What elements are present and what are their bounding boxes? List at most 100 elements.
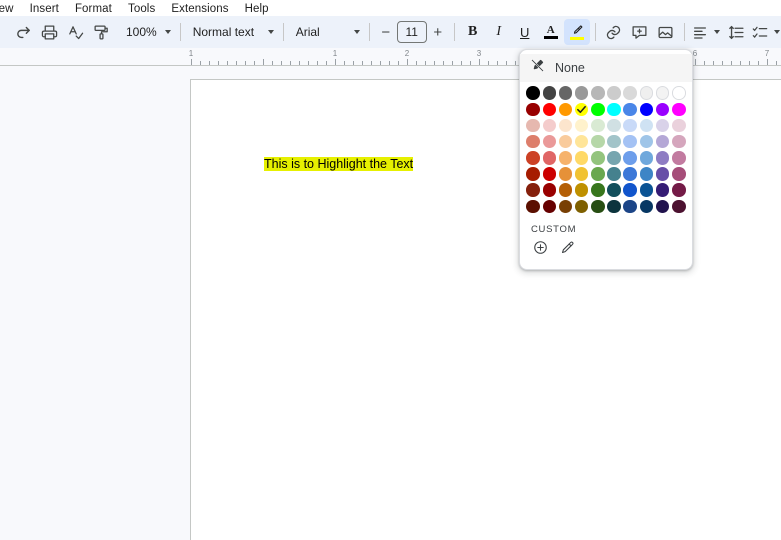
- color-swatch-cfe2f3[interactable]: [638, 117, 654, 133]
- line-spacing-button[interactable]: [724, 19, 750, 45]
- color-swatch-d9d9d9[interactable]: [622, 85, 638, 101]
- bold-button[interactable]: B: [460, 19, 486, 45]
- color-swatch-ffff00[interactable]: [574, 101, 590, 117]
- color-swatch-fce5cd[interactable]: [557, 117, 573, 133]
- color-swatch-3d85c6[interactable]: [638, 166, 654, 182]
- color-swatch-3c78d8[interactable]: [622, 166, 638, 182]
- color-swatch-dd7e6b[interactable]: [525, 134, 541, 150]
- color-swatch-ff9900[interactable]: [557, 101, 573, 117]
- color-swatch-00ff00[interactable]: [590, 101, 606, 117]
- color-swatch-1c4587[interactable]: [622, 198, 638, 214]
- color-swatch-a2c4c9[interactable]: [606, 134, 622, 150]
- color-swatch-ffffff[interactable]: [671, 85, 687, 101]
- add-custom-color-button[interactable]: [529, 239, 551, 261]
- color-swatch-f3f3f3[interactable]: [655, 85, 671, 101]
- redo-button[interactable]: [10, 19, 36, 45]
- insert-link-button[interactable]: [601, 19, 627, 45]
- color-swatch-76a5af[interactable]: [606, 150, 622, 166]
- color-swatch-ffd966[interactable]: [574, 150, 590, 166]
- color-swatch-fff2cc[interactable]: [574, 117, 590, 133]
- underline-button[interactable]: U: [512, 19, 538, 45]
- color-swatch-660000[interactable]: [541, 198, 557, 214]
- align-dropdown-button[interactable]: [710, 19, 724, 45]
- color-swatch-6fa8dc[interactable]: [638, 150, 654, 166]
- color-swatch-00ffff[interactable]: [606, 101, 622, 117]
- decrease-font-size-button[interactable]: −: [375, 20, 397, 44]
- color-swatch-999999[interactable]: [574, 85, 590, 101]
- color-swatch-674ea7[interactable]: [655, 166, 671, 182]
- spellcheck-button[interactable]: [62, 19, 88, 45]
- color-swatch-e69138[interactable]: [557, 166, 573, 182]
- color-swatch-ea9999[interactable]: [541, 134, 557, 150]
- add-comment-button[interactable]: [627, 19, 653, 45]
- color-swatch-0b5394[interactable]: [638, 182, 654, 198]
- color-swatch-a64d79[interactable]: [671, 166, 687, 182]
- color-swatch-a4c2f4[interactable]: [622, 134, 638, 150]
- color-swatch-b45f06[interactable]: [557, 182, 573, 198]
- color-swatch-e06666[interactable]: [541, 150, 557, 166]
- menu-insert[interactable]: Insert: [22, 3, 67, 16]
- color-swatch-5b0f00[interactable]: [525, 198, 541, 214]
- color-swatch-93c47d[interactable]: [590, 150, 606, 166]
- color-swatch-ead1dc[interactable]: [671, 117, 687, 133]
- font-size-input[interactable]: [397, 21, 427, 43]
- color-swatch-741b47[interactable]: [671, 182, 687, 198]
- text-color-button[interactable]: A: [538, 19, 564, 45]
- color-swatch-b6d7a8[interactable]: [590, 134, 606, 150]
- italic-button[interactable]: I: [486, 19, 512, 45]
- color-swatch-ff0000[interactable]: [541, 101, 557, 117]
- color-swatch-d5a6bd[interactable]: [671, 134, 687, 150]
- color-swatch-990000[interactable]: [541, 182, 557, 198]
- color-swatch-134f5c[interactable]: [606, 182, 622, 198]
- highlight-color-button[interactable]: [564, 19, 590, 45]
- color-swatch-e6b8af[interactable]: [525, 117, 541, 133]
- menu-tools[interactable]: Tools: [120, 3, 163, 16]
- checklist-dropdown-button[interactable]: [770, 19, 781, 45]
- paragraph-style-selector[interactable]: Normal text: [186, 20, 278, 44]
- color-swatch-b7b7b7[interactable]: [590, 85, 606, 101]
- no-highlight-option[interactable]: None: [520, 54, 692, 82]
- color-swatch-d0e0e3[interactable]: [606, 117, 622, 133]
- color-swatch-f4cccc[interactable]: [541, 117, 557, 133]
- color-swatch-000000[interactable]: [525, 85, 541, 101]
- color-swatch-bf9000[interactable]: [574, 182, 590, 198]
- color-swatch-ffe599[interactable]: [574, 134, 590, 150]
- color-swatch-980000[interactable]: [525, 101, 541, 117]
- align-button[interactable]: [690, 19, 710, 45]
- color-swatch-c27ba0[interactable]: [671, 150, 687, 166]
- menu-format[interactable]: Format: [67, 3, 120, 16]
- color-swatch-351c75[interactable]: [655, 182, 671, 198]
- color-swatch-cccccc[interactable]: [606, 85, 622, 101]
- color-swatch-c9daf8[interactable]: [622, 117, 638, 133]
- color-swatch-f6b26b[interactable]: [557, 150, 573, 166]
- color-swatch-1155cc[interactable]: [622, 182, 638, 198]
- color-swatch-0c343d[interactable]: [606, 198, 622, 214]
- color-swatch-8e7cc3[interactable]: [655, 150, 671, 166]
- color-swatch-666666[interactable]: [557, 85, 573, 101]
- color-swatch-f9cb9c[interactable]: [557, 134, 573, 150]
- color-swatch-ff00ff[interactable]: [671, 101, 687, 117]
- zoom-selector[interactable]: 100%: [120, 20, 175, 44]
- color-swatch-6d9eeb[interactable]: [622, 150, 638, 166]
- increase-font-size-button[interactable]: +: [427, 20, 449, 44]
- color-swatch-9900ff[interactable]: [655, 101, 671, 117]
- color-swatch-073763[interactable]: [638, 198, 654, 214]
- eyedropper-button[interactable]: [556, 239, 578, 261]
- document-text-line[interactable]: This is to Highlight the Text: [264, 156, 413, 172]
- color-swatch-4c1130[interactable]: [671, 198, 687, 214]
- font-family-selector[interactable]: Arial: [289, 20, 364, 44]
- color-swatch-85200c[interactable]: [525, 182, 541, 198]
- color-swatch-efefef[interactable]: [638, 85, 654, 101]
- paint-format-button[interactable]: [88, 19, 114, 45]
- color-swatch-b4a7d6[interactable]: [655, 134, 671, 150]
- color-swatch-6aa84f[interactable]: [590, 166, 606, 182]
- print-button[interactable]: [36, 19, 62, 45]
- color-swatch-0000ff[interactable]: [638, 101, 654, 117]
- color-swatch-f1c232[interactable]: [574, 166, 590, 182]
- color-swatch-783f04[interactable]: [557, 198, 573, 214]
- color-swatch-7f6000[interactable]: [574, 198, 590, 214]
- color-swatch-45818e[interactable]: [606, 166, 622, 182]
- menu-view[interactable]: iew: [0, 3, 22, 16]
- color-swatch-274e13[interactable]: [590, 198, 606, 214]
- checklist-button[interactable]: [750, 19, 770, 45]
